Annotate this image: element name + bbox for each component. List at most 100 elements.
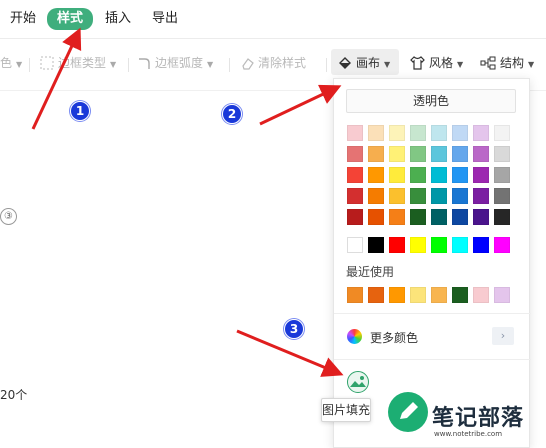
color-swatch[interactable] [389,188,405,204]
color-swatch[interactable] [347,188,363,204]
color-swatch[interactable] [473,188,489,204]
recent-color-swatch[interactable] [368,287,384,303]
color-swatch[interactable] [410,188,426,204]
color-swatch[interactable] [473,209,489,225]
basic-color-swatch[interactable] [347,237,363,253]
pencil-logo-icon [388,392,428,432]
panel-divider [334,359,531,360]
color-swatch[interactable] [494,167,510,183]
chevron-down-icon: ▼ [528,60,535,69]
color-swatch[interactable] [452,146,468,162]
color-swatch[interactable] [431,188,447,204]
basic-color-swatch[interactable] [410,237,426,253]
color-swatch[interactable] [494,125,510,141]
recent-color-swatch[interactable] [452,287,468,303]
step-badge-3: 3 [284,319,304,339]
fill-color-label: 色 [0,56,13,70]
color-swatch[interactable] [347,125,363,141]
step-badge-1: 1 [70,101,90,121]
color-swatch[interactable] [473,167,489,183]
color-swatch[interactable] [452,209,468,225]
color-swatch[interactable] [368,188,384,204]
basic-color-swatch[interactable] [473,237,489,253]
border-dashed-icon [40,56,54,70]
color-swatch[interactable] [431,167,447,183]
color-swatch[interactable] [389,167,405,183]
basic-color-swatch[interactable] [431,237,447,253]
toolbar-separator [326,58,327,72]
color-swatch[interactable] [389,125,405,141]
more-colors-label: 更多颜色 [370,331,419,345]
color-swatch[interactable] [410,125,426,141]
recent-color-swatch[interactable] [431,287,447,303]
recent-color-swatch[interactable] [473,287,489,303]
recent-colors-label: 最近使用 [346,265,395,279]
basic-color-swatch[interactable] [452,237,468,253]
tab-export[interactable]: 导出 [152,9,178,29]
corner-radius-icon [139,58,150,69]
color-swatch[interactable] [431,125,447,141]
basic-color-swatch[interactable] [494,237,510,253]
watermark-url: www.notetribe.com [434,430,503,438]
color-swatch[interactable] [431,146,447,162]
color-swatch[interactable] [452,125,468,141]
color-swatch[interactable] [368,125,384,141]
color-swatch[interactable] [410,209,426,225]
color-swatch[interactable] [431,209,447,225]
color-swatch[interactable] [494,209,510,225]
more-colors-row[interactable]: 更多颜色 › [334,324,531,350]
tab-home[interactable]: 开始 [10,9,36,29]
border-type-button[interactable]: 边框类型 ▼ [40,53,116,73]
theme-style-button[interactable]: 风格 ▼ [410,53,463,73]
arrow-to-canvas-button [259,84,342,126]
chevron-right-icon[interactable]: › [492,327,514,345]
basic-color-swatch[interactable] [368,237,384,253]
border-radius-button[interactable]: 边框弧度 ▼ [137,53,213,73]
tab-style[interactable]: 样式 [47,8,94,30]
clear-style-button[interactable]: 清除样式 [240,53,306,73]
canvas-button[interactable]: 画布 ▼ [338,53,390,73]
color-swatch[interactable] [410,167,426,183]
notetribe-watermark: 笔记部落 www.notetribe.com [338,364,546,448]
style-toolbar: 色 ▼ 边框类型 ▼ 边框弧度 ▼ 清除样式 画布 ▼ 风格 ▼ 结构 ▼ [0,48,546,78]
canvas-label: 画布 [356,56,381,70]
structure-button[interactable]: 结构 ▼ [480,53,534,73]
ribbon-tabbar: 开始 样式 插入 导出 [0,0,546,38]
chevron-down-icon: ▼ [384,60,391,69]
chevron-down-icon: ▼ [110,60,117,69]
transparent-color-button[interactable]: 透明色 [346,89,516,113]
border-radius-label: 边框弧度 [155,56,204,70]
color-swatch[interactable] [347,209,363,225]
color-swatch[interactable] [473,125,489,141]
color-swatch[interactable] [452,188,468,204]
basic-color-swatch[interactable] [389,237,405,253]
count-text: 20个 [0,388,28,402]
color-swatch[interactable] [368,209,384,225]
structure-icon [480,56,496,70]
eraser-icon [242,58,254,70]
color-swatch[interactable] [494,188,510,204]
structure-label: 结构 [500,56,525,70]
tabbar-divider [0,38,546,39]
color-swatch[interactable] [452,167,468,183]
color-swatch[interactable] [347,146,363,162]
color-swatch[interactable] [473,146,489,162]
recent-color-swatch[interactable] [389,287,405,303]
recent-color-swatch[interactable] [494,287,510,303]
chevron-down-icon: ▼ [457,60,464,69]
step-badge-2: 2 [222,104,242,124]
chevron-down-icon: ▼ [207,60,214,69]
pencil-icon [400,402,418,419]
color-swatch[interactable] [494,146,510,162]
panel-divider [334,313,531,314]
tab-insert[interactable]: 插入 [105,9,131,29]
recent-color-swatch[interactable] [347,287,363,303]
color-swatch[interactable] [347,167,363,183]
color-swatch[interactable] [410,146,426,162]
recent-color-swatch[interactable] [410,287,426,303]
color-swatch[interactable] [389,146,405,162]
color-swatch[interactable] [368,146,384,162]
fill-color-button[interactable]: 色 ▼ [0,53,22,73]
color-swatch[interactable] [389,209,405,225]
color-swatch[interactable] [368,167,384,183]
